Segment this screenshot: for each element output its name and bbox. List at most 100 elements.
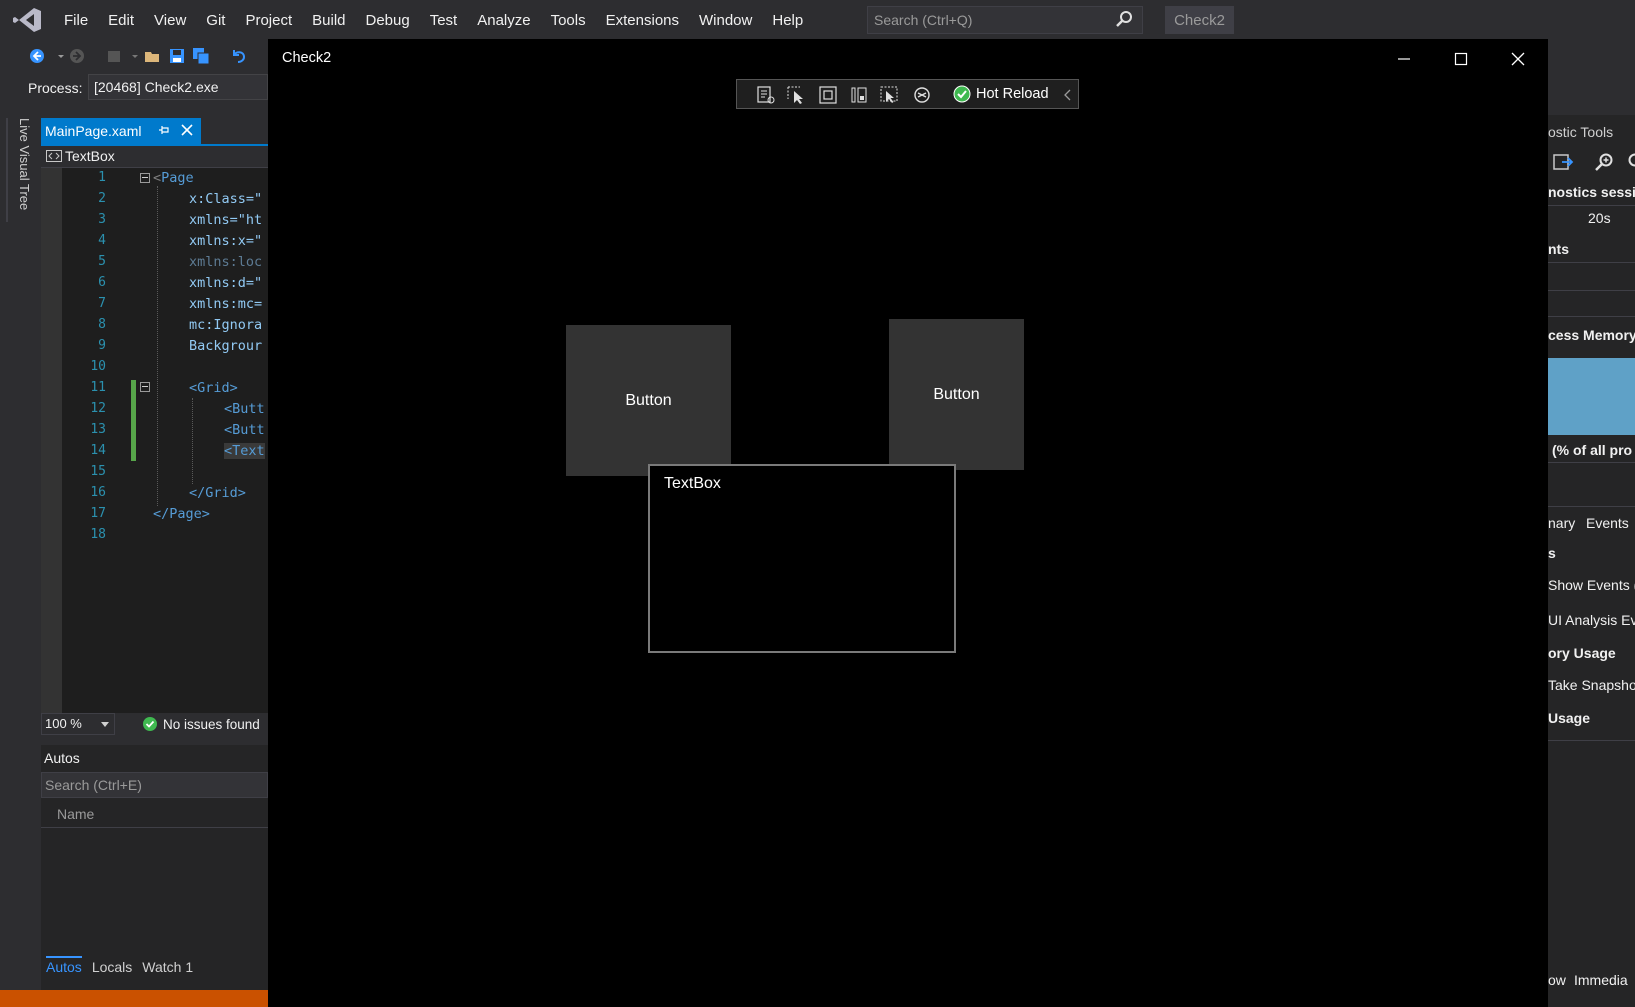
visual-studio-logo-icon[interactable] — [12, 7, 42, 33]
menu-edit[interactable]: Edit — [98, 12, 144, 29]
track-focused-element-icon[interactable] — [849, 85, 869, 105]
memory-graph[interactable] — [1548, 358, 1635, 435]
chevron-down-icon[interactable] — [101, 722, 109, 727]
app-button-2[interactable]: Button — [889, 319, 1024, 470]
cpu-label[interactable]: (% of all pro — [1552, 442, 1632, 458]
menu-window[interactable]: Window — [689, 12, 762, 29]
code-line: xmlns:d=" — [189, 275, 263, 291]
show-events-link[interactable]: Show Events ( — [1548, 577, 1635, 593]
code-line: mc:Ignora — [189, 317, 263, 333]
menu-test[interactable]: Test — [420, 12, 468, 29]
app-textbox-value: TextBox — [664, 475, 721, 492]
menu-help[interactable]: Help — [762, 12, 813, 29]
maximize-icon[interactable] — [1452, 50, 1470, 68]
memory-usage-heading: ory Usage — [1548, 645, 1616, 661]
chevron-left-icon[interactable] — [1062, 88, 1072, 102]
change-tracking-marker — [131, 380, 136, 461]
close-icon[interactable] — [1509, 50, 1527, 68]
divider — [1548, 290, 1635, 291]
menu-file[interactable]: File — [54, 12, 98, 29]
menu-git[interactable]: Git — [196, 12, 235, 29]
zoom-in-icon[interactable] — [1594, 152, 1614, 172]
live-visual-tree-icon[interactable] — [756, 85, 776, 105]
divider — [1548, 506, 1635, 507]
indent-guide — [192, 398, 193, 484]
menu-tools[interactable]: Tools — [541, 12, 596, 29]
line-number: 5 — [98, 254, 106, 269]
undo-icon[interactable] — [230, 47, 248, 65]
pin-icon[interactable] — [158, 123, 170, 137]
minimize-icon[interactable] — [1395, 50, 1413, 68]
indent-guide — [157, 186, 158, 506]
menu-view[interactable]: View — [144, 12, 196, 29]
menu-extensions[interactable]: Extensions — [596, 12, 689, 29]
save-all-icon[interactable] — [192, 47, 210, 65]
line-number: 14 — [90, 443, 106, 458]
code-line-selected: <Text — [224, 443, 265, 459]
line-number: 15 — [90, 464, 106, 479]
binding-failures-icon[interactable] — [879, 85, 899, 105]
code-line: <Butt — [224, 422, 265, 438]
hot-reload-button[interactable]: Hot Reload — [976, 86, 1049, 102]
ui-analysis-link[interactable]: UI Analysis Ev — [1548, 612, 1635, 628]
line-number: 13 — [90, 422, 106, 437]
new-project-icon[interactable] — [105, 47, 123, 65]
column-header-name[interactable]: Name — [41, 798, 268, 828]
code-line: <Grid> — [189, 380, 238, 396]
menu-project[interactable]: Project — [235, 12, 302, 29]
app-button-1-label: Button — [625, 391, 672, 409]
accessibility-checker-icon[interactable] — [912, 85, 932, 105]
menu-debug[interactable]: Debug — [356, 12, 420, 29]
document-tab-mainpage[interactable]: MainPage.xaml — [41, 118, 201, 144]
open-folder-icon[interactable] — [144, 47, 162, 65]
tab-locals[interactable]: Locals — [92, 956, 132, 980]
save-icon[interactable] — [168, 47, 186, 65]
app-button-1[interactable]: Button — [566, 325, 731, 476]
code-line: xmlns="ht — [189, 212, 263, 228]
events-section-label[interactable]: nts — [1548, 241, 1569, 257]
process-label: Process: — [28, 80, 83, 96]
issues-status[interactable]: No issues found — [163, 717, 260, 732]
take-snapshot-button[interactable]: Take Snapsho — [1548, 677, 1635, 693]
code-line: <Butt — [224, 401, 265, 417]
autos-title: Autos — [44, 750, 80, 766]
zoom-out-icon[interactable] — [1626, 152, 1635, 172]
code-editor[interactable] — [41, 168, 268, 713]
tab-output[interactable]: ow — [1548, 972, 1566, 988]
navigate-forward-icon[interactable] — [68, 47, 86, 65]
close-icon[interactable] — [180, 123, 194, 137]
divider — [1548, 316, 1635, 317]
navigate-back-icon[interactable] — [28, 47, 46, 65]
tab-watch-1[interactable]: Watch 1 — [142, 956, 193, 980]
search-icon[interactable] — [1115, 10, 1133, 28]
display-layout-adorners-icon[interactable] — [818, 85, 838, 105]
select-element-icon[interactable] — [786, 85, 806, 105]
live-visual-tree-tab[interactable]: Live Visual Tree — [6, 118, 32, 222]
export-icon[interactable] — [1552, 152, 1574, 172]
code-line: <Page — [153, 170, 194, 186]
chevron-down-icon[interactable] — [126, 47, 144, 65]
menu-analyze[interactable]: Analyze — [467, 12, 540, 29]
tab-summary[interactable]: nary — [1548, 515, 1575, 531]
search-input[interactable]: Search (Ctrl+Q) — [867, 6, 1143, 34]
tab-immediate[interactable]: Immedia — [1574, 972, 1628, 988]
tab-events[interactable]: Events — [1586, 515, 1629, 531]
line-number: 12 — [90, 401, 106, 416]
tab-autos[interactable]: Autos — [46, 956, 82, 980]
line-number: 17 — [90, 506, 106, 521]
line-number: 16 — [90, 485, 106, 500]
process-memory-label[interactable]: cess Memory — [1548, 327, 1635, 343]
line-number: 3 — [98, 212, 106, 227]
check-circle-icon — [143, 717, 157, 731]
events-heading: s — [1548, 545, 1556, 561]
collapse-region-icon[interactable] — [140, 382, 150, 392]
autos-search-input[interactable]: Search (Ctrl+E) — [41, 772, 268, 798]
diagnostics-session-label: nostics sessio — [1548, 184, 1635, 200]
process-select[interactable]: [20468] Check2.exe — [88, 74, 268, 100]
collapse-region-icon[interactable] — [140, 173, 150, 183]
check-circle-icon — [953, 85, 971, 103]
line-number: 2 — [98, 191, 106, 206]
navigation-bar[interactable]: TextBox — [41, 146, 268, 168]
menu-build[interactable]: Build — [302, 12, 355, 29]
line-number: 4 — [98, 233, 106, 248]
